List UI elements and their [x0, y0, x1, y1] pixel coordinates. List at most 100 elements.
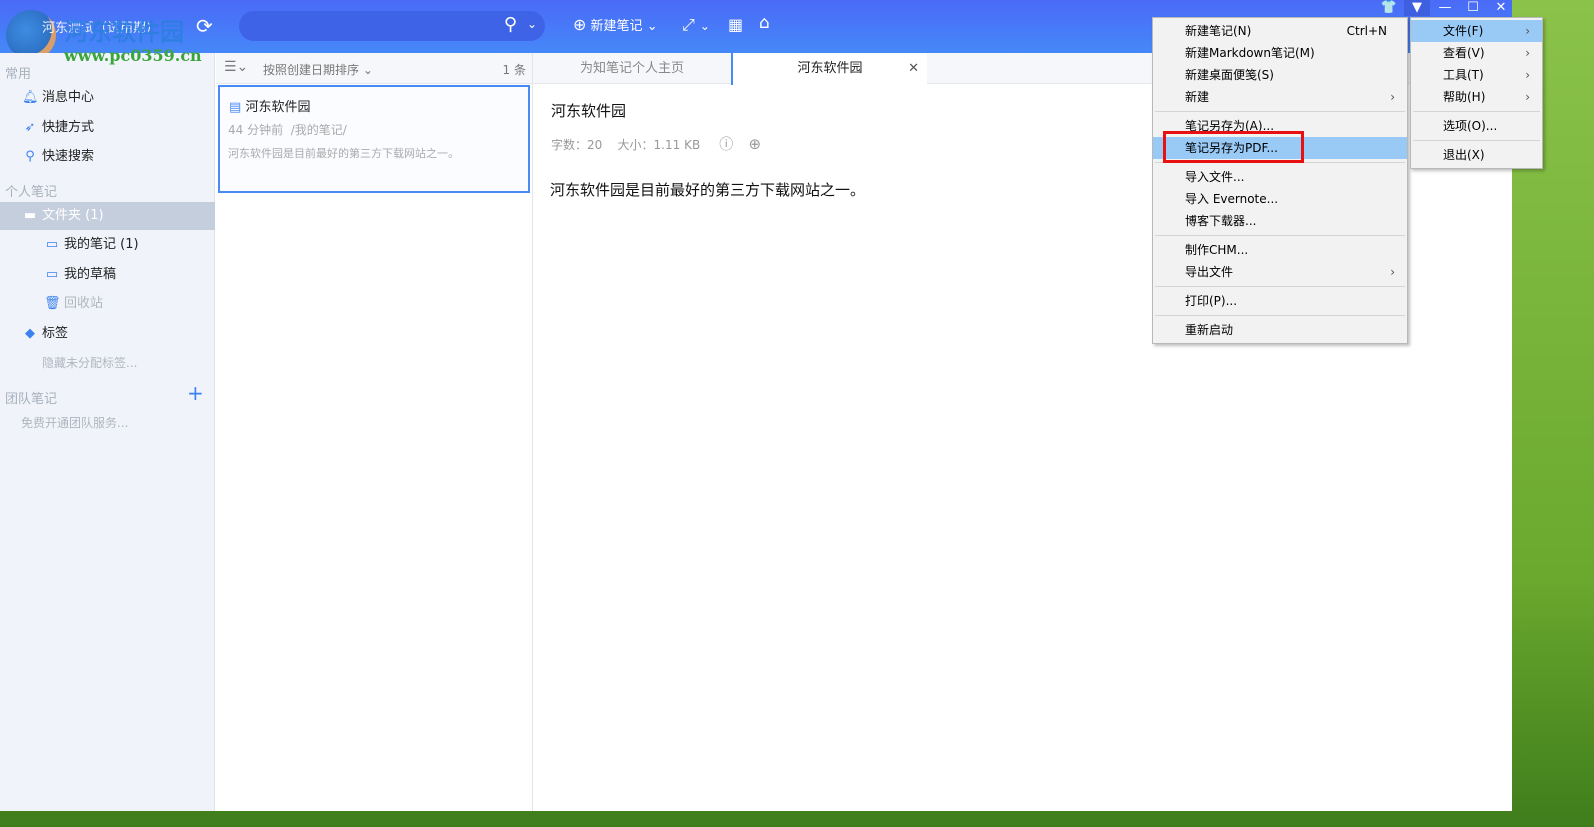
- sidebar-item-tags[interactable]: ◆ 标签: [0, 320, 215, 348]
- menu-item[interactable]: 导入文件...: [1153, 166, 1407, 188]
- team-free-link[interactable]: 免费开通团队服务...: [0, 409, 215, 437]
- add-icon[interactable]: ⊕: [749, 135, 762, 153]
- search-icon[interactable]: ⚲: [504, 14, 517, 35]
- menu-item[interactable]: 选项(O)...: [1411, 115, 1542, 137]
- search-icon: ⚲: [25, 149, 35, 164]
- grid-icon[interactable]: ▦: [728, 15, 743, 34]
- menu-dropdown-icon[interactable]: ▼: [1404, 0, 1430, 16]
- menu-item-label: 导入文件...: [1185, 170, 1245, 184]
- chevron-right-icon: ›: [1525, 90, 1530, 104]
- chevron-down-icon[interactable]: ⌄: [647, 19, 658, 34]
- new-note-label: 新建笔记: [590, 19, 643, 34]
- menu-separator: [1155, 111, 1405, 112]
- menu-item[interactable]: 制作CHM...: [1153, 239, 1407, 261]
- editor-title[interactable]: 河东软件园: [551, 100, 626, 121]
- menu-separator: [1413, 111, 1540, 112]
- menu-item-label: 打印(P)...: [1185, 294, 1238, 308]
- search-input[interactable]: ⚲ ⌄: [239, 11, 545, 41]
- editor-body[interactable]: 河东软件园是目前最好的第三方下载网站之一。: [550, 179, 865, 200]
- menu-shortcut: Ctrl+N: [1346, 24, 1387, 38]
- menu-item-label: 查看(V): [1443, 46, 1485, 60]
- menu-item[interactable]: 导出文件 ›: [1153, 261, 1407, 283]
- menu-separator: [1155, 286, 1405, 287]
- sidebar-item-label: 我的草稿: [64, 267, 117, 282]
- menu-item[interactable]: 文件(F) ›: [1411, 20, 1542, 42]
- note-meta: 44 分钟前 /我的笔记/: [228, 123, 347, 137]
- maximize-icon[interactable]: ☐: [1460, 0, 1486, 16]
- sidebar-item-shortcuts[interactable]: ➶ 快捷方式: [0, 114, 215, 142]
- sidebar-item-quick-search[interactable]: ⚲ 快速搜索: [0, 143, 215, 171]
- sort-label: 按照创建日期排序: [263, 63, 360, 77]
- sidebar-item-drafts[interactable]: ▭ 我的草稿: [0, 261, 215, 289]
- folder-icon: ▭: [45, 237, 59, 252]
- list-toolbar: ☰⌄ 按照创建日期排序 ⌄ 1 条: [216, 53, 532, 84]
- menu-item-label: 帮助(H): [1443, 90, 1486, 104]
- sidebar-item-label: 消息中心: [42, 90, 95, 105]
- sidebar-item-my-notes[interactable]: ▭ 我的笔记 (1): [0, 231, 215, 259]
- menu-item[interactable]: 新建笔记(N) Ctrl+N: [1153, 20, 1407, 42]
- folder-icon: ▬: [23, 208, 37, 223]
- chevron-right-icon: ›: [1390, 90, 1395, 104]
- menu-item[interactable]: 博客下载器...: [1153, 210, 1407, 232]
- add-team-icon[interactable]: +: [187, 381, 204, 405]
- sidebar-item-trash[interactable]: 🗑︎ 回收站: [0, 290, 215, 318]
- note-preview: 河东软件园是目前最好的第三方下载网站之一。: [228, 147, 459, 160]
- home-icon[interactable]: ⌂: [759, 13, 770, 33]
- note-title: 河东软件园: [245, 100, 311, 115]
- menu-item[interactable]: 打印(P)...: [1153, 290, 1407, 312]
- note-icon: ▤: [229, 100, 242, 115]
- note-list: ☰⌄ 按照创建日期排序 ⌄ 1 条 ▤ 河东软件园 44 分钟前 /我的笔记/ …: [216, 53, 533, 811]
- chevron-down-icon[interactable]: ⌄: [527, 17, 537, 31]
- menu-item[interactable]: 导入 Evernote...: [1153, 188, 1407, 210]
- sidebar-item-label: 我的笔记 (1): [64, 237, 139, 252]
- sidebar-item-messages[interactable]: 🔔︎ 消息中心: [0, 84, 215, 112]
- sidebar-item-label: 快捷方式: [42, 120, 95, 135]
- menu-item-label: 新建桌面便笺(S): [1185, 68, 1274, 82]
- list-view-icon[interactable]: ☰⌄: [224, 59, 248, 75]
- menu-item-label: 导出文件: [1185, 265, 1234, 279]
- hidden-tags-link[interactable]: 隐藏未分配标签...: [0, 349, 215, 377]
- file-size: 大小：1.11 KB: [617, 138, 701, 152]
- chevron-right-icon: ›: [1390, 265, 1395, 279]
- sync-icon[interactable]: ⟳: [196, 14, 213, 38]
- expand-icon[interactable]: ⤢ ⌄: [682, 15, 710, 35]
- menu-item[interactable]: 帮助(H) ›: [1411, 86, 1542, 108]
- menu-item-label: 导入 Evernote...: [1185, 192, 1279, 206]
- menu-item-label: 选项(O)...: [1443, 119, 1498, 133]
- sidebar: 常用 🔔︎ 消息中心 ➶ 快捷方式 ⚲ 快速搜索 个人笔记 ▬ 文件夹 (1) ▭ 我的笔…: [0, 53, 215, 811]
- menu-item-label: 博客下载器...: [1185, 214, 1257, 228]
- menu-item[interactable]: 重新启动: [1153, 319, 1407, 341]
- sort-dropdown[interactable]: 按照创建日期排序 ⌄: [263, 61, 373, 78]
- tag-icon: ◆: [25, 326, 35, 341]
- skin-icon[interactable]: 👕: [1376, 0, 1402, 16]
- tab-label: 河东软件园: [797, 61, 863, 76]
- close-icon[interactable]: ✕: [1488, 0, 1514, 16]
- menu-item-label: 制作CHM...: [1185, 243, 1249, 257]
- watermark-text: 河东软件园: [64, 18, 184, 46]
- menu-item-label: 重新启动: [1185, 323, 1234, 337]
- trash-icon: 🗑︎: [44, 296, 61, 311]
- menu-item[interactable]: 新建 ›: [1153, 86, 1407, 108]
- plus-circle-icon: ⊕: [573, 15, 587, 34]
- note-card[interactable]: ▤ 河东软件园 44 分钟前 /我的笔记/ 河东软件园是目前最好的第三方下载网站…: [218, 85, 530, 193]
- section-common: 常用: [5, 67, 32, 82]
- chevron-right-icon: ›: [1525, 46, 1530, 60]
- menu-item[interactable]: 新建桌面便笺(S): [1153, 64, 1407, 86]
- menu-item-label: 文件(F): [1443, 24, 1484, 38]
- new-note-button[interactable]: ⊕ 新建笔记 ⌄: [573, 15, 658, 34]
- minimize-icon[interactable]: —: [1432, 0, 1458, 16]
- chevron-right-icon: ›: [1525, 68, 1530, 82]
- menu-item[interactable]: 新建Markdown笔记(M): [1153, 42, 1407, 64]
- sidebar-item-label: 快速搜索: [42, 149, 95, 164]
- chevron-right-icon: ›: [1525, 24, 1530, 38]
- menu-item[interactable]: 工具(T) ›: [1411, 64, 1542, 86]
- bell-icon: 🔔︎: [22, 90, 39, 105]
- sidebar-item-label: 标签: [42, 326, 69, 341]
- tab-note[interactable]: 河东软件园 ✕: [731, 53, 927, 85]
- close-tab-icon[interactable]: ✕: [908, 53, 919, 84]
- sidebar-item-folder[interactable]: ▬ 文件夹 (1): [0, 202, 215, 230]
- info-icon[interactable]: ⓘ: [719, 137, 733, 153]
- menu-item[interactable]: 查看(V) ›: [1411, 42, 1542, 64]
- menu-item[interactable]: 退出(X): [1411, 144, 1542, 166]
- tab-homepage[interactable]: 为知笔记个人主页: [533, 53, 731, 84]
